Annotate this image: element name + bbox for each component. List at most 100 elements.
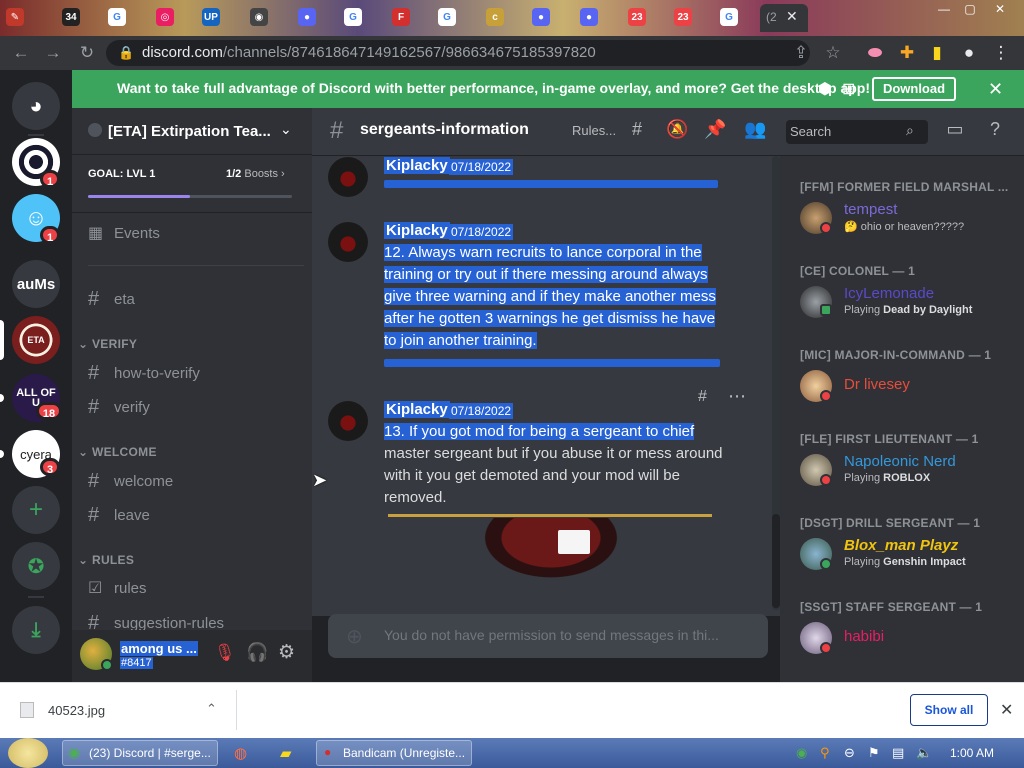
boosts-count[interactable]: 1/2 Boosts › [226,168,285,180]
volume-icon[interactable]: 🔈 [916,745,932,761]
search-icon[interactable]: ⌕ [906,122,914,139]
member-list-icon[interactable]: 👥 [744,119,766,140]
android-icon[interactable]: ⬢ [818,79,832,99]
google-tab-icon[interactable]: G [344,8,362,26]
close-tab-icon[interactable]: ✕ [786,8,798,25]
mute-mic-icon[interactable]: 🎙 [214,643,236,663]
tray-icon[interactable]: ⊖ [844,745,855,761]
member-name[interactable]: IcyLemonade [844,285,934,302]
message-author[interactable]: Kiplacky [384,222,450,239]
username[interactable]: among us ... [120,641,198,656]
message-avatar[interactable] [328,222,368,262]
more-options-icon[interactable]: ⋯ [728,386,746,407]
active-tab[interactable]: (2 ✕ [760,4,808,32]
help-icon[interactable]: ? [984,119,1006,140]
share-icon[interactable]: ⇪ [790,42,812,64]
channel-how-to-verify[interactable]: # how-to-verify [88,362,200,385]
threads-icon[interactable]: # [626,119,648,140]
tray-flag-icon[interactable]: ⚑ [868,745,880,761]
instagram-tab-icon[interactable]: ◎ [156,8,174,26]
google-tab-icon[interactable]: G [720,8,738,26]
server-icon[interactable]: auMs [12,260,60,308]
firefox-icon[interactable]: ◍ [234,744,247,762]
tab-favicon[interactable]: ◉ [250,8,268,26]
discord-tab-icon[interactable]: ● [532,8,550,26]
close-shelf-icon[interactable]: ✕ [1000,700,1013,720]
reload-icon[interactable]: ↻ [76,42,98,64]
channel-topic[interactable]: Rules... [572,123,616,138]
tray-icon[interactable]: ◉ [796,745,807,761]
discord-tab-icon[interactable]: ● [298,8,316,26]
close-window-icon[interactable]: ✕ [988,2,1012,16]
category-verify[interactable]: ⌄ VERIFY [78,337,137,351]
add-attachment-icon[interactable]: ⊕ [346,624,363,649]
channel-eta[interactable]: # eta [88,288,135,311]
discord-tab-badge-icon[interactable]: 23 [674,8,692,26]
windows-icon[interactable]: ⊞ [842,79,855,99]
sidebar-panel-icon[interactable]: ▮ [926,42,948,64]
discord-tab-icon[interactable]: ● [580,8,598,26]
network-icon[interactable]: ▤ [892,745,904,761]
create-thread-icon[interactable]: # [698,388,707,406]
f-tab-icon[interactable]: F [392,8,410,26]
minimize-icon[interactable]: — [932,2,956,16]
channel-welcome[interactable]: # welcome [88,470,173,493]
channel-verify[interactable]: # verify [88,396,150,419]
boost-goal-label[interactable]: GOAL: LVL 1 [88,168,155,180]
member-name[interactable]: tempest [844,201,897,218]
message-avatar[interactable] [328,157,368,197]
google-tab-icon[interactable]: G [108,8,126,26]
maximize-icon[interactable]: ▢ [958,2,982,16]
url-text[interactable]: discord.com/channels/874618647149162567/… [142,44,596,61]
download-file-name[interactable]: 40523.jpg [48,703,105,718]
eta-server-icon[interactable]: ETA [12,316,60,364]
taskbar-item-bandicam[interactable]: Bandicam (Unregiste... [316,740,472,766]
puzzle-extension-icon[interactable]: ✚ [896,42,918,64]
download-apps-icon[interactable]: ⤓ [12,606,60,654]
up-tab-icon[interactable]: UP [202,8,220,26]
server-name[interactable]: [ETA] Extirpation Tea... [108,123,271,140]
member-name[interactable]: habibi [844,628,884,645]
chevron-down-icon[interactable]: ⌄ [280,121,292,138]
tray-icon[interactable]: ⚲ [820,745,830,761]
settings-gear-icon[interactable]: ⚙ [278,641,295,664]
taskbar-clock[interactable]: 1:00 AM [950,746,994,760]
inbox-icon[interactable]: ▭ [944,119,966,140]
events-item[interactable]: ▦ Events [88,223,160,243]
message-author[interactable]: Kiplacky [384,157,450,174]
discord-home-icon[interactable]: ◕ [12,82,60,130]
bookmark-star-icon[interactable]: ☆ [822,42,844,64]
category-rules[interactable]: ⌄ RULES [78,553,134,567]
show-all-button[interactable]: Show all [910,694,988,726]
google-tab-icon[interactable]: G [438,8,456,26]
forward-icon[interactable]: → [42,42,64,64]
download-button[interactable]: Download [872,77,956,101]
eta-emblem-image[interactable] [474,518,628,584]
headphones-icon[interactable]: 🎧 [246,642,268,663]
message-avatar[interactable] [328,401,368,441]
lock-icon[interactable]: 🔒 [118,45,134,61]
scrollbar-thumb[interactable] [772,514,780,608]
close-banner-icon[interactable]: ✕ [988,79,1003,100]
discord-tab-badge-icon[interactable]: 23 [628,8,646,26]
channel-rules[interactable]: ☑ rules [88,578,147,598]
folder-icon[interactable]: ▰ [280,744,292,762]
member-name[interactable]: Napoleonic Nerd [844,453,956,470]
tab-favicon-badge[interactable]: 34 [62,8,80,26]
taskbar-item-chrome[interactable]: (23) Discord | #serge... [62,740,218,766]
member-name[interactable]: Dr livesey [844,376,910,393]
extension-icon[interactable]: ⬬ [864,42,886,64]
start-button[interactable] [8,738,48,768]
back-icon[interactable]: ← [10,42,32,64]
message-author[interactable]: Kiplacky [384,401,450,418]
tab-favicon[interactable]: c [486,8,504,26]
member-name[interactable]: Blox_man Playz [844,537,958,554]
explore-compass-icon[interactable]: ✪ [12,542,60,590]
category-welcome[interactable]: ⌄ WELCOME [78,445,157,459]
profile-avatar-icon[interactable]: ● [958,42,980,64]
chevron-up-icon[interactable]: ⌃ [206,701,217,717]
add-server-icon[interactable]: + [12,486,60,534]
browser-menu-icon[interactable]: ⋮ [990,42,1012,64]
notification-mute-icon[interactable]: 🔕 [666,119,688,140]
tab-favicon[interactable]: ✎ [6,8,24,26]
